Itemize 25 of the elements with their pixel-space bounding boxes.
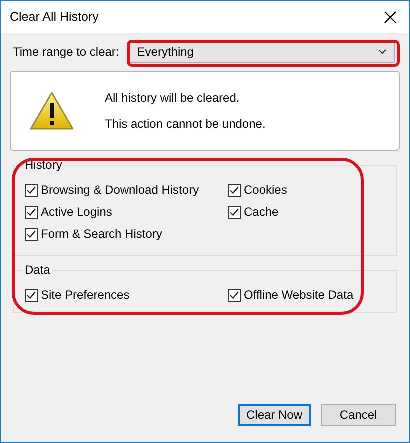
warning-message: All history will be cleared.	[105, 90, 241, 107]
chevron-down-icon	[378, 49, 388, 55]
checkbox-option[interactable]: Offline Website Data	[228, 287, 396, 303]
time-range-label: Time range to clear:	[13, 44, 120, 61]
checkbox[interactable]	[25, 206, 38, 218]
dropdown-value: Everything	[137, 44, 194, 61]
time-range-dropdown[interactable]: Everything	[129, 41, 396, 63]
checkbox-option[interactable]: Active Logins	[25, 204, 228, 220]
checkbox[interactable]	[228, 288, 241, 302]
checkbox-option[interactable]: Form & Search History	[25, 226, 228, 242]
warning-message: This action cannot be undone.	[105, 116, 266, 133]
checkbox[interactable]	[228, 184, 241, 196]
default-button[interactable]: Clear Now	[238, 404, 311, 426]
checkbox-option[interactable]: Browsing & Download History	[25, 182, 228, 198]
checkbox[interactable]	[25, 288, 38, 302]
checkbox[interactable]	[228, 206, 241, 218]
checkbox[interactable]	[25, 184, 38, 196]
window-title: Clear All History	[10, 8, 99, 26]
checkbox[interactable]	[25, 228, 38, 240]
dialog-button[interactable]: Cancel	[321, 404, 396, 426]
checkbox-option[interactable]: Site Preferences	[25, 287, 228, 303]
warning-icon	[29, 91, 75, 131]
close-icon	[384, 10, 396, 24]
checkbox-option[interactable]: Cookies	[228, 182, 396, 198]
checkbox-option[interactable]: Cache	[228, 204, 396, 220]
